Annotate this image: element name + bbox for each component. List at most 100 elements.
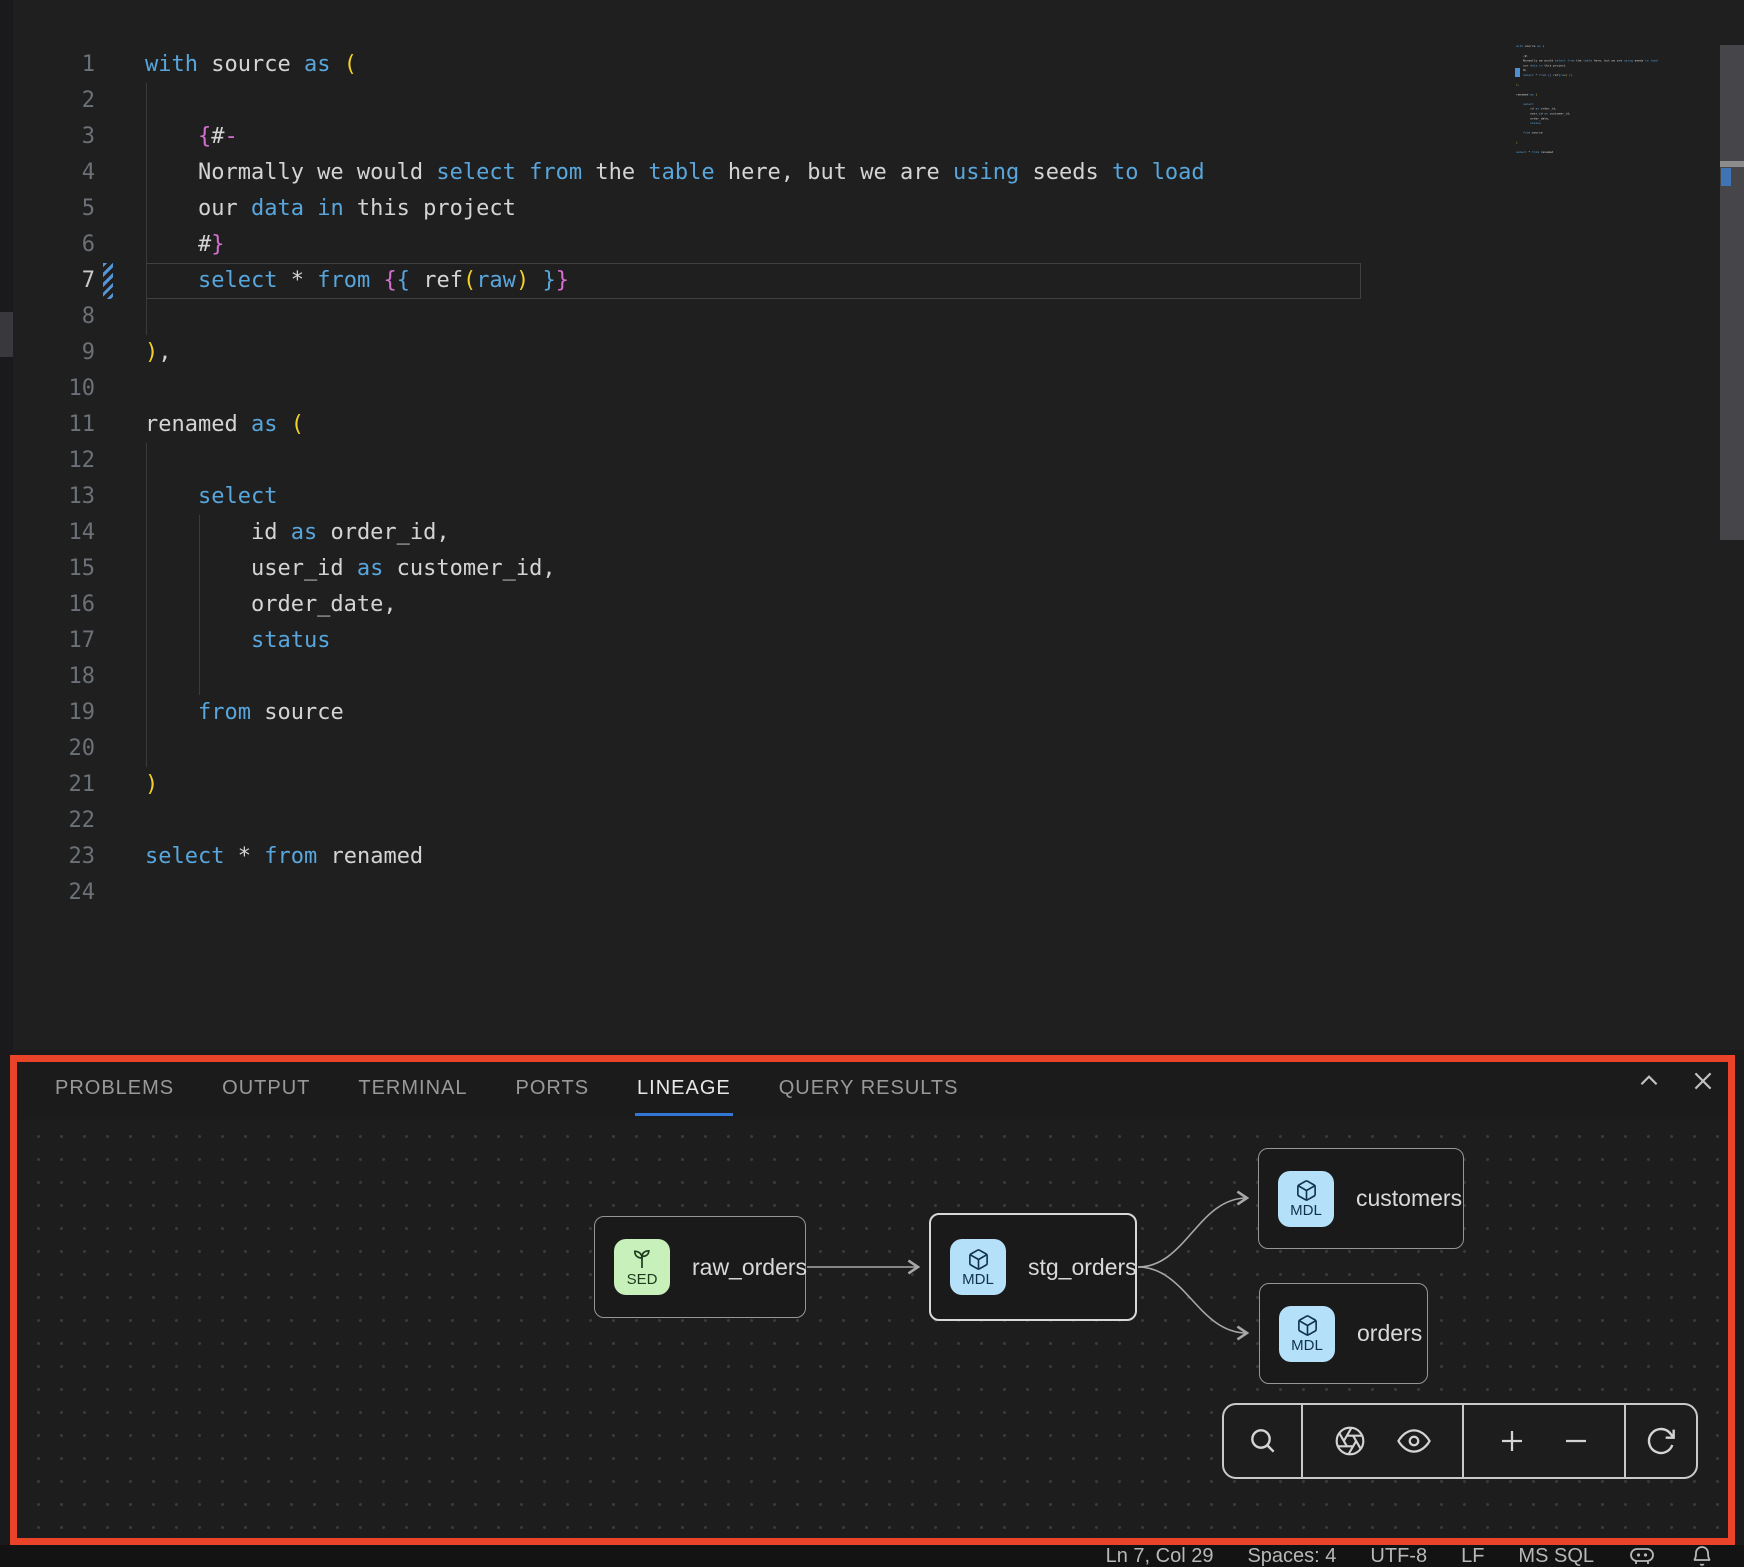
node-label: customers: [1356, 1185, 1462, 1212]
cube-icon: [967, 1248, 990, 1271]
lineage-node-stg-orders[interactable]: MDL stg_orders: [929, 1213, 1137, 1321]
code-line[interactable]: our data in this project: [145, 191, 516, 227]
close-icon[interactable]: [1690, 1068, 1716, 1094]
line-number: 2: [13, 83, 95, 119]
zoom-in-icon[interactable]: [1497, 1426, 1527, 1456]
refresh-icon[interactable]: [1645, 1425, 1677, 1457]
minimap-line: ): [1516, 140, 1518, 145]
node-label: orders: [1357, 1320, 1422, 1347]
model-badge: MDL: [950, 1239, 1006, 1295]
minimap-line: select * from renamed: [1516, 150, 1553, 155]
line-number: 7: [13, 263, 95, 299]
line-number: 15: [13, 551, 95, 587]
status-cursor-position[interactable]: Ln 7, Col 29: [1106, 1545, 1214, 1567]
eye-icon[interactable]: [1397, 1424, 1431, 1458]
vscode-window: models › staging › stg_orders.sql 1with …: [0, 0, 1744, 1567]
tab-query-results[interactable]: QUERY RESULTS: [779, 1077, 959, 1104]
line-number: 18: [13, 659, 95, 695]
lineage-toolbar: [1222, 1403, 1698, 1479]
badge-label: SED: [627, 1272, 658, 1287]
toolbar-group-search: [1224, 1405, 1303, 1477]
code-line[interactable]: renamed as (: [145, 407, 304, 443]
toolbar-group-zoom: [1464, 1405, 1626, 1477]
seed-badge: SED: [614, 1239, 670, 1295]
cube-icon: [1296, 1314, 1319, 1337]
indent-guide: [146, 299, 147, 335]
code-line[interactable]: #}: [145, 227, 224, 263]
code-line[interactable]: select: [145, 479, 277, 515]
code-editor[interactable]: 1with source as (23 {#-4 Normally we wou…: [13, 0, 1744, 1050]
code-line[interactable]: Normally we would select from the table …: [145, 155, 1205, 191]
indent-guide: [146, 731, 147, 767]
minimap-line: renamed as (: [1516, 92, 1537, 97]
minimap-line: select * from {{ ref(raw) }}: [1516, 73, 1573, 78]
tab-lineage[interactable]: LINEAGE: [637, 1077, 731, 1104]
lineage-node-raw-orders[interactable]: SED raw_orders: [594, 1216, 806, 1318]
code-line[interactable]: order_date,: [145, 587, 397, 623]
line-number: 17: [13, 623, 95, 659]
line-number: 12: [13, 443, 95, 479]
line-number: 5: [13, 191, 95, 227]
code-line[interactable]: with source as (: [145, 47, 357, 83]
line-number: 19: [13, 695, 95, 731]
cube-icon: [1295, 1179, 1318, 1202]
code-line[interactable]: ): [145, 767, 158, 803]
status-eol[interactable]: LF: [1461, 1545, 1484, 1567]
line-number: 21: [13, 767, 95, 803]
code-line[interactable]: user_id as customer_id,: [145, 551, 556, 587]
code-line[interactable]: select * from renamed: [145, 839, 423, 875]
line-number: 20: [13, 731, 95, 767]
minimap-line: status: [1516, 121, 1541, 126]
model-badge: MDL: [1279, 1306, 1335, 1362]
status-encoding[interactable]: UTF-8: [1370, 1545, 1427, 1567]
overview-ruler-band: [1720, 161, 1744, 167]
code-line[interactable]: from source: [145, 695, 344, 731]
toolbar-group-refresh: [1626, 1405, 1696, 1477]
seedling-icon: [630, 1247, 654, 1271]
minimap[interactable]: with source as ( {#- Normally we would s…: [1516, 44, 1706, 184]
bell-icon[interactable]: [1690, 1544, 1714, 1567]
search-icon[interactable]: [1247, 1425, 1279, 1457]
status-language-mode[interactable]: MS SQL: [1518, 1545, 1594, 1567]
tab-output[interactable]: OUTPUT: [222, 1077, 310, 1104]
copilot-icon[interactable]: [1628, 1545, 1656, 1567]
panel-tabs: PROBLEMS OUTPUT TERMINAL PORTS LINEAGE QUERY …: [55, 1062, 958, 1118]
node-label: raw_orders: [692, 1254, 807, 1281]
code-area: 1with source as (23 {#-4 Normally we wou…: [13, 0, 1744, 1050]
activity-strip-indicator[interactable]: [0, 312, 13, 357]
tab-problems[interactable]: PROBLEMS: [55, 1077, 174, 1104]
zoom-out-icon[interactable]: [1561, 1426, 1591, 1456]
minimap-content: with source as ( {#- Normally we would s…: [1516, 44, 1706, 164]
indent-guide: [146, 443, 147, 479]
badge-label: MDL: [962, 1272, 994, 1287]
line-number: 8: [13, 299, 95, 335]
lineage-node-customers[interactable]: MDL customers: [1258, 1148, 1464, 1249]
code-line[interactable]: {#-: [145, 119, 238, 155]
aperture-icon[interactable]: [1334, 1425, 1366, 1457]
code-line[interactable]: status: [145, 623, 330, 659]
code-line[interactable]: select * from {{ ref(raw) }}: [145, 263, 569, 299]
minimap-line: from source: [1516, 131, 1543, 136]
panel-actions: [1636, 1068, 1716, 1094]
minimap-modified-marker: [1515, 68, 1520, 77]
line-number: 6: [13, 227, 95, 263]
toolbar-group-view: [1303, 1405, 1464, 1477]
model-badge: MDL: [1278, 1171, 1334, 1227]
editor-scrollbar[interactable]: [1720, 45, 1744, 540]
code-line[interactable]: ),: [145, 335, 172, 371]
gutter-modified-indicator: [103, 263, 113, 299]
line-number: 1: [13, 47, 95, 83]
chevron-up-icon[interactable]: [1636, 1068, 1662, 1094]
status-indentation[interactable]: Spaces: 4: [1247, 1545, 1336, 1567]
tab-terminal[interactable]: TERMINAL: [358, 1077, 467, 1104]
indent-guide: [146, 83, 147, 119]
line-number: 23: [13, 839, 95, 875]
line-number: 24: [13, 875, 95, 911]
tab-ports[interactable]: PORTS: [516, 1077, 590, 1104]
badge-label: MDL: [1291, 1338, 1323, 1353]
lineage-node-orders[interactable]: MDL orders: [1259, 1283, 1428, 1384]
line-number: 11: [13, 407, 95, 443]
line-number: 3: [13, 119, 95, 155]
code-line[interactable]: id as order_id,: [145, 515, 450, 551]
line-number: 9: [13, 335, 95, 371]
